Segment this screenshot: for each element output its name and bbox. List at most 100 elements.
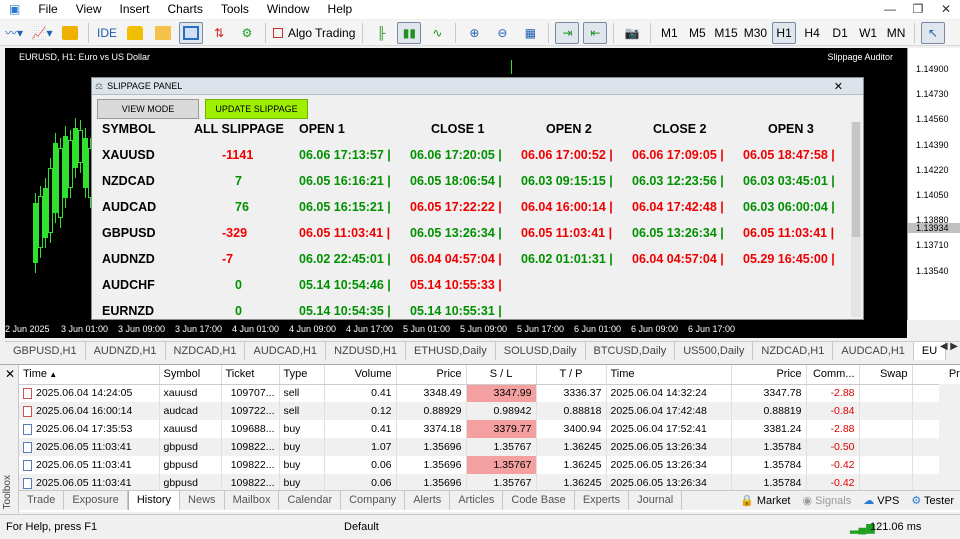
gear-icon[interactable]: ⚙ — [235, 22, 259, 44]
algo-trading-button[interactable]: Algo Trading — [272, 22, 356, 44]
minimize-icon[interactable]: — — [876, 0, 904, 19]
dollar-icon[interactable] — [58, 22, 82, 44]
timeframe-d1[interactable]: D1 — [828, 22, 852, 44]
history-column-header[interactable]: S / L — [466, 365, 537, 385]
zoom-out-icon[interactable]: ⊖ — [490, 22, 514, 44]
bar-chart-icon[interactable]: ╟ — [369, 22, 393, 44]
toolbox-close-icon[interactable]: ✕ — [5, 367, 15, 381]
chart-tab[interactable]: GBPUSD,H1 — [5, 342, 86, 360]
history-column-header[interactable]: Profit — [912, 365, 960, 385]
vps-button[interactable]: ☁ VPS — [857, 494, 905, 507]
line-chart-icon[interactable]: ∿ — [425, 22, 449, 44]
autoscroll-icon[interactable]: ⇥ — [555, 21, 580, 44]
grid-icon[interactable]: ▦ — [518, 22, 542, 44]
menu-file[interactable]: File — [29, 0, 66, 19]
toolbox-tab-articles[interactable]: Articles — [450, 491, 504, 510]
app-icon[interactable]: ▣ — [0, 0, 29, 19]
scroll-thumb[interactable] — [852, 122, 860, 237]
timeframe-m5[interactable]: M5 — [685, 22, 709, 44]
history-column-header[interactable]: Time ▲ — [19, 365, 160, 385]
toolbox-tab-alerts[interactable]: Alerts — [405, 491, 451, 510]
history-cell: 3379.77 — [466, 420, 537, 438]
trade-arrows-icon[interactable]: ⇅ — [207, 22, 231, 44]
toolbox-tab-mailbox[interactable]: Mailbox — [225, 491, 280, 510]
history-row[interactable]: 2025.06.05 11:03:41 gbpusd 109822... buy 1.0… — [19, 438, 960, 456]
toolbox-tab-experts[interactable]: Experts — [575, 491, 630, 510]
toolbox-tab-history[interactable]: History — [127, 491, 181, 510]
menu-view[interactable]: View — [67, 0, 111, 19]
toolbox-tab-news[interactable]: News — [180, 491, 225, 510]
chart-tab[interactable]: US500,Daily — [675, 342, 754, 360]
candlestick-icon[interactable]: ▮▮ — [397, 21, 422, 44]
menu-charts[interactable]: Charts — [159, 0, 212, 19]
history-row[interactable]: 2025.06.04 17:35:53 xauusd 109688... buy 0.4… — [19, 420, 960, 438]
history-column-header[interactable]: Type — [279, 365, 325, 385]
history-row[interactable]: 2025.06.05 11:03:41 gbpusd 109822... buy 0.0… — [19, 456, 960, 474]
history-column-header[interactable]: Symbol — [159, 365, 222, 385]
time-label: 3 Jun 01:00 — [61, 324, 109, 334]
history-cell: xauusd — [159, 384, 222, 402]
signals-button[interactable]: ◉ Signals — [797, 494, 858, 507]
menu-insert[interactable]: Insert — [110, 0, 158, 19]
history-column-header[interactable]: Volume — [324, 365, 397, 385]
chart-tab[interactable]: AUDCAD,H1 — [833, 342, 914, 360]
history-column-header[interactable]: T / P — [536, 365, 607, 385]
timeframe-m1[interactable]: M1 — [657, 22, 681, 44]
close-icon[interactable]: ✕ — [932, 0, 960, 19]
update-slippage-button[interactable]: UPDATE SLIPPAGE — [205, 99, 308, 119]
timeframe-h1[interactable]: H1 — [772, 21, 797, 44]
market-watch-icon[interactable] — [179, 21, 203, 44]
lock-icon[interactable] — [123, 22, 147, 44]
panel-close-icon[interactable]: ✕ — [834, 80, 843, 93]
chart-tab[interactable]: AUDCAD,H1 — [245, 342, 327, 360]
history-column-header[interactable]: Time — [606, 365, 732, 385]
toolbox-tab-company[interactable]: Company — [341, 491, 406, 510]
history-column-header[interactable]: Price — [396, 365, 467, 385]
toolbox-tab-calendar[interactable]: Calendar — [279, 491, 342, 510]
chart-tab[interactable]: AUDNZD,H1 — [86, 342, 166, 360]
timeframe-h4[interactable]: H4 — [800, 22, 824, 44]
view-mode-button[interactable]: VIEW MODE — [97, 99, 199, 119]
history-row[interactable]: 2025.06.04 16:00:14 audcad 109722... sell 0.… — [19, 402, 960, 420]
menu-window[interactable]: Window — [258, 0, 319, 19]
timeframe-w1[interactable]: W1 — [856, 22, 880, 44]
history-scrollbar[interactable] — [939, 384, 960, 490]
market-button[interactable]: 🔒 Market — [734, 494, 796, 507]
cursor-icon[interactable]: ↖ — [921, 21, 946, 44]
panel-scrollbar[interactable] — [851, 122, 861, 317]
zoom-in-icon[interactable]: ⊕ — [462, 22, 486, 44]
chart-tab[interactable]: NZDUSD,H1 — [326, 342, 407, 360]
chart-tab[interactable]: SOLUSD,Daily — [496, 342, 586, 360]
toolbox-tab-exposure[interactable]: Exposure — [64, 491, 128, 510]
indicators-icon[interactable]: 📈▾ — [30, 22, 54, 44]
chart-title: EURUSD, H1: Euro vs US Dollar — [19, 52, 151, 62]
chart-type-icon[interactable]: 〰▾ — [2, 22, 26, 44]
timeframe-m30[interactable]: M30 — [743, 22, 768, 44]
toolbox-tab-journal[interactable]: Journal — [629, 491, 683, 510]
folder-icon[interactable] — [151, 22, 175, 44]
history-column-header[interactable]: Ticket — [221, 365, 280, 385]
menu-help[interactable]: Help — [319, 0, 362, 19]
chart-tab[interactable]: BTCUSD,Daily — [586, 342, 676, 360]
toolbox-tab-trade[interactable]: Trade — [19, 491, 65, 510]
chart-tab[interactable]: ETHUSD,Daily — [406, 342, 496, 360]
menu-tools[interactable]: Tools — [212, 0, 258, 19]
panel-titlebar[interactable]: ⚖ SLIPPAGE PANEL ✕ — [92, 78, 863, 95]
tab-scroll-arrows[interactable]: ◀ ▶ — [940, 341, 958, 352]
price-scale[interactable]: 1.14900 1.14730 1.14560 1.14390 1.14220 1.140… — [907, 48, 960, 320]
history-column-header[interactable]: Comm... — [806, 365, 860, 385]
chart-tab[interactable]: NZDCAD,H1 — [753, 342, 834, 360]
timeframe-m15[interactable]: M15 — [713, 22, 738, 44]
chart-tab[interactable]: NZDCAD,H1 — [166, 342, 246, 360]
restore-icon[interactable]: ❐ — [904, 0, 932, 19]
history-row[interactable]: 2025.06.04 14:24:05 xauusd 109707... sell 0.… — [19, 384, 960, 402]
ide-button[interactable]: IDE — [95, 22, 119, 44]
history-column-header[interactable]: Price — [731, 365, 807, 385]
toolbox-tab-code-base[interactable]: Code Base — [503, 491, 575, 510]
chart-shift-icon[interactable]: ⇤ — [583, 21, 608, 44]
tester-button[interactable]: ⚙ Tester — [905, 494, 960, 507]
screenshot-icon[interactable]: 📷 — [620, 22, 644, 44]
price-label: 1.14560 — [916, 114, 949, 125]
history-column-header[interactable]: Swap — [859, 365, 913, 385]
timeframe-mn[interactable]: MN — [884, 22, 908, 44]
